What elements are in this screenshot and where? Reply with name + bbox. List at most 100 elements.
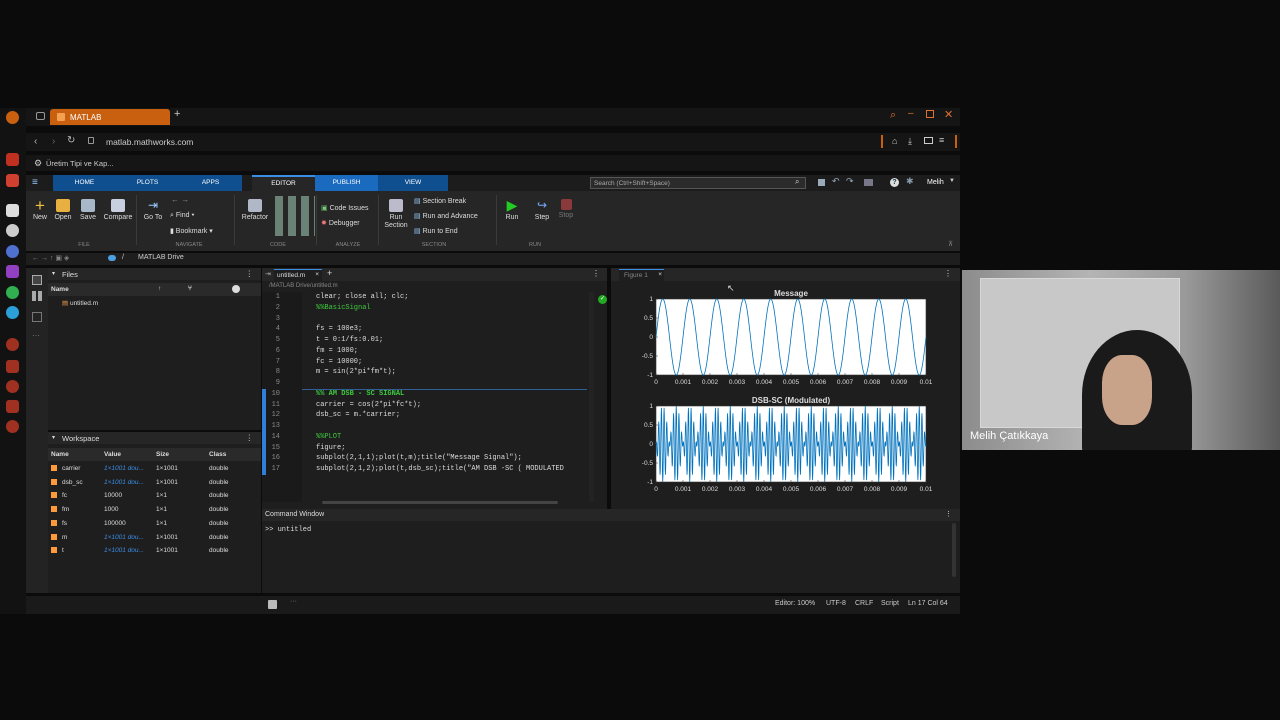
stop-button[interactable]: Stop [556,199,576,220]
save-quick-icon[interactable] [818,179,825,186]
more-icon[interactable]: ··· [32,331,40,340]
workspace-row[interactable]: fs 100000 1×1 double [48,517,261,530]
close-tab-icon[interactable]: × [315,271,319,278]
user-menu[interactable]: Melih [927,179,944,186]
save-button[interactable]: Save [78,199,98,222]
editor-hscrollbar[interactable] [322,501,558,504]
lock-icon[interactable] [88,137,94,144]
new-tab-icon[interactable]: + [174,108,180,120]
workspace-row[interactable]: fc 10000 1×1 double [48,489,261,502]
menu-icon[interactable]: ≡ [939,135,944,145]
undo-icon[interactable]: ↶ [832,176,840,187]
ws-col-class[interactable]: Class [209,451,226,458]
app-icon-3[interactable] [6,204,19,217]
bookmark-item[interactable]: Üretim Tipi ve Kap... [46,159,114,168]
ws-col-size[interactable]: Size [156,451,169,458]
status-more-icon[interactable]: ··· [290,598,297,605]
search-input[interactable]: Search (Ctrl+Shift+Space) [590,177,806,189]
workspace-row[interactable]: m 1×1001 dou... 1×1001 double [48,531,261,544]
workspace-row[interactable]: carrier 1×1001 dou... 1×1001 double [48,462,261,475]
app-icon-8[interactable] [6,360,19,373]
files-panel-icon[interactable] [32,275,42,285]
run-and-advance-button[interactable]: ▤ Run and Advance [414,213,494,221]
tab-apps[interactable]: APPS [179,175,242,191]
figure-plots[interactable]: Message 0 0.001 0.002 0.003 0.004 0.005 0.006 0.… [611,281,960,509]
code-line[interactable]: 3 [262,315,592,326]
workspace-row[interactable]: dsb_sc 1×1001 dou... 1×1001 double [48,476,261,489]
code-line[interactable]: 4 fs = 100e3; [262,325,592,336]
help-icon[interactable]: ? [890,178,899,187]
app-icon-5[interactable] [6,245,19,258]
git-icon[interactable]: ⑂ [188,285,192,292]
url-field[interactable]: matlab.mathworks.com [106,137,193,147]
editor-collapse-icon[interactable]: ⇥ [265,270,271,278]
nav-back-icon[interactable]: ← → [171,195,189,204]
sort-up-icon[interactable]: ↑ [158,285,161,292]
minimize-icon[interactable]: – [908,108,914,119]
layout-icon[interactable] [864,179,873,186]
step-button[interactable]: ↪ Step [532,199,552,222]
command-scrollbar[interactable] [952,523,956,577]
figure-tab[interactable]: Figure 1 × [619,269,664,281]
app-icon-10[interactable] [6,400,19,413]
files-col-name[interactable]: Name [51,286,69,293]
close-window-icon[interactable]: ✕ [944,108,953,121]
code-line[interactable]: 13 [262,422,592,433]
hamburger-menu-icon[interactable]: ≡ [32,177,38,188]
goto-button[interactable]: ⇥ Go To [140,199,166,222]
run-button[interactable]: ▶ Run [502,198,522,222]
wallet-icon[interactable] [924,137,933,144]
workspace-row[interactable]: fm 1000 1×1 double [48,503,261,516]
files-menu-icon[interactable]: ⋮ [246,269,254,278]
forward-icon[interactable]: › [52,136,55,147]
editor-vscrollbar[interactable] [589,292,594,502]
info-icon[interactable] [232,285,240,293]
status-eol[interactable]: CRLF [855,600,873,607]
code-line[interactable]: 7 fc = 10000; [262,358,592,369]
file-item[interactable]: ▤ untitled.m [62,299,98,307]
collapse-icon[interactable]: ▾ [52,434,55,441]
search-magnifier-icon[interactable]: ⌕ [795,177,799,187]
bookmark-button[interactable]: ▮ Bookmark ▾ [170,228,240,236]
workspace-menu-icon[interactable]: ⋮ [246,433,254,442]
app-icon-2[interactable] [6,174,19,187]
close-figure-icon[interactable]: × [658,271,662,278]
collapse-icon[interactable]: ▾ [52,270,55,277]
tab-editor[interactable]: EDITOR [252,175,315,191]
reload-icon[interactable]: ↻ [67,135,75,146]
download-icon[interactable]: ⤓ [908,136,912,147]
code-tools-icons[interactable] [275,196,315,236]
history-icon[interactable] [32,312,42,322]
ws-col-value[interactable]: Value [104,451,121,458]
code-line[interactable]: 15 figure; [262,444,592,455]
add-tab-icon[interactable]: + [327,268,332,278]
tab-publish[interactable]: PUBLISH [315,175,378,191]
whatsapp-icon[interactable] [6,286,19,299]
collapse-ribbon-icon[interactable]: ⊼ [948,240,953,248]
user-menu-chevron-icon[interactable]: ▼ [949,178,955,184]
tab-view[interactable]: VIEW [378,175,448,191]
code-line[interactable]: 1 clear; close all; clc; [262,293,592,304]
path-nav-icons[interactable]: ← → ↑ ▣ ◈ [32,254,69,262]
new-button[interactable]: + New [30,197,50,222]
status-position[interactable]: Ln 17 Col 64 [908,600,948,607]
find-button[interactable]: ⌕ Find ▾ [170,212,210,220]
app-icon-11[interactable] [6,420,19,433]
code-line[interactable]: 17 subplot(2,1,2);plot(t,dsb_sc);title("A… [262,465,592,476]
code-issues-button[interactable]: ▣ Code Issues [321,205,381,213]
path-root[interactable]: / [122,254,124,261]
code-line[interactable]: 2 %%BasicSignal [262,304,592,315]
app-icon-1[interactable] [6,153,19,166]
redo-icon[interactable]: ↷ [846,176,854,187]
run-to-end-button[interactable]: ▤ Run to End [414,228,484,236]
refactor-button[interactable]: Refactor [240,199,270,222]
editor-menu-icon[interactable]: ⋮ [592,269,600,278]
path-folder[interactable]: MATLAB Drive [138,254,184,261]
workspace-row[interactable]: t 1×1001 dou... 1×1001 double [48,544,261,557]
workspace-panel-icon[interactable] [32,291,42,301]
status-encoding[interactable]: UTF-8 [826,600,846,607]
maximize-icon[interactable] [926,110,934,118]
code-ok-icon[interactable]: ✓ [598,295,607,304]
code-line[interactable]: 16 subplot(2,1,1);plot(t,m);title("Messag… [262,454,592,465]
layout-toggle-icon[interactable] [268,600,277,609]
